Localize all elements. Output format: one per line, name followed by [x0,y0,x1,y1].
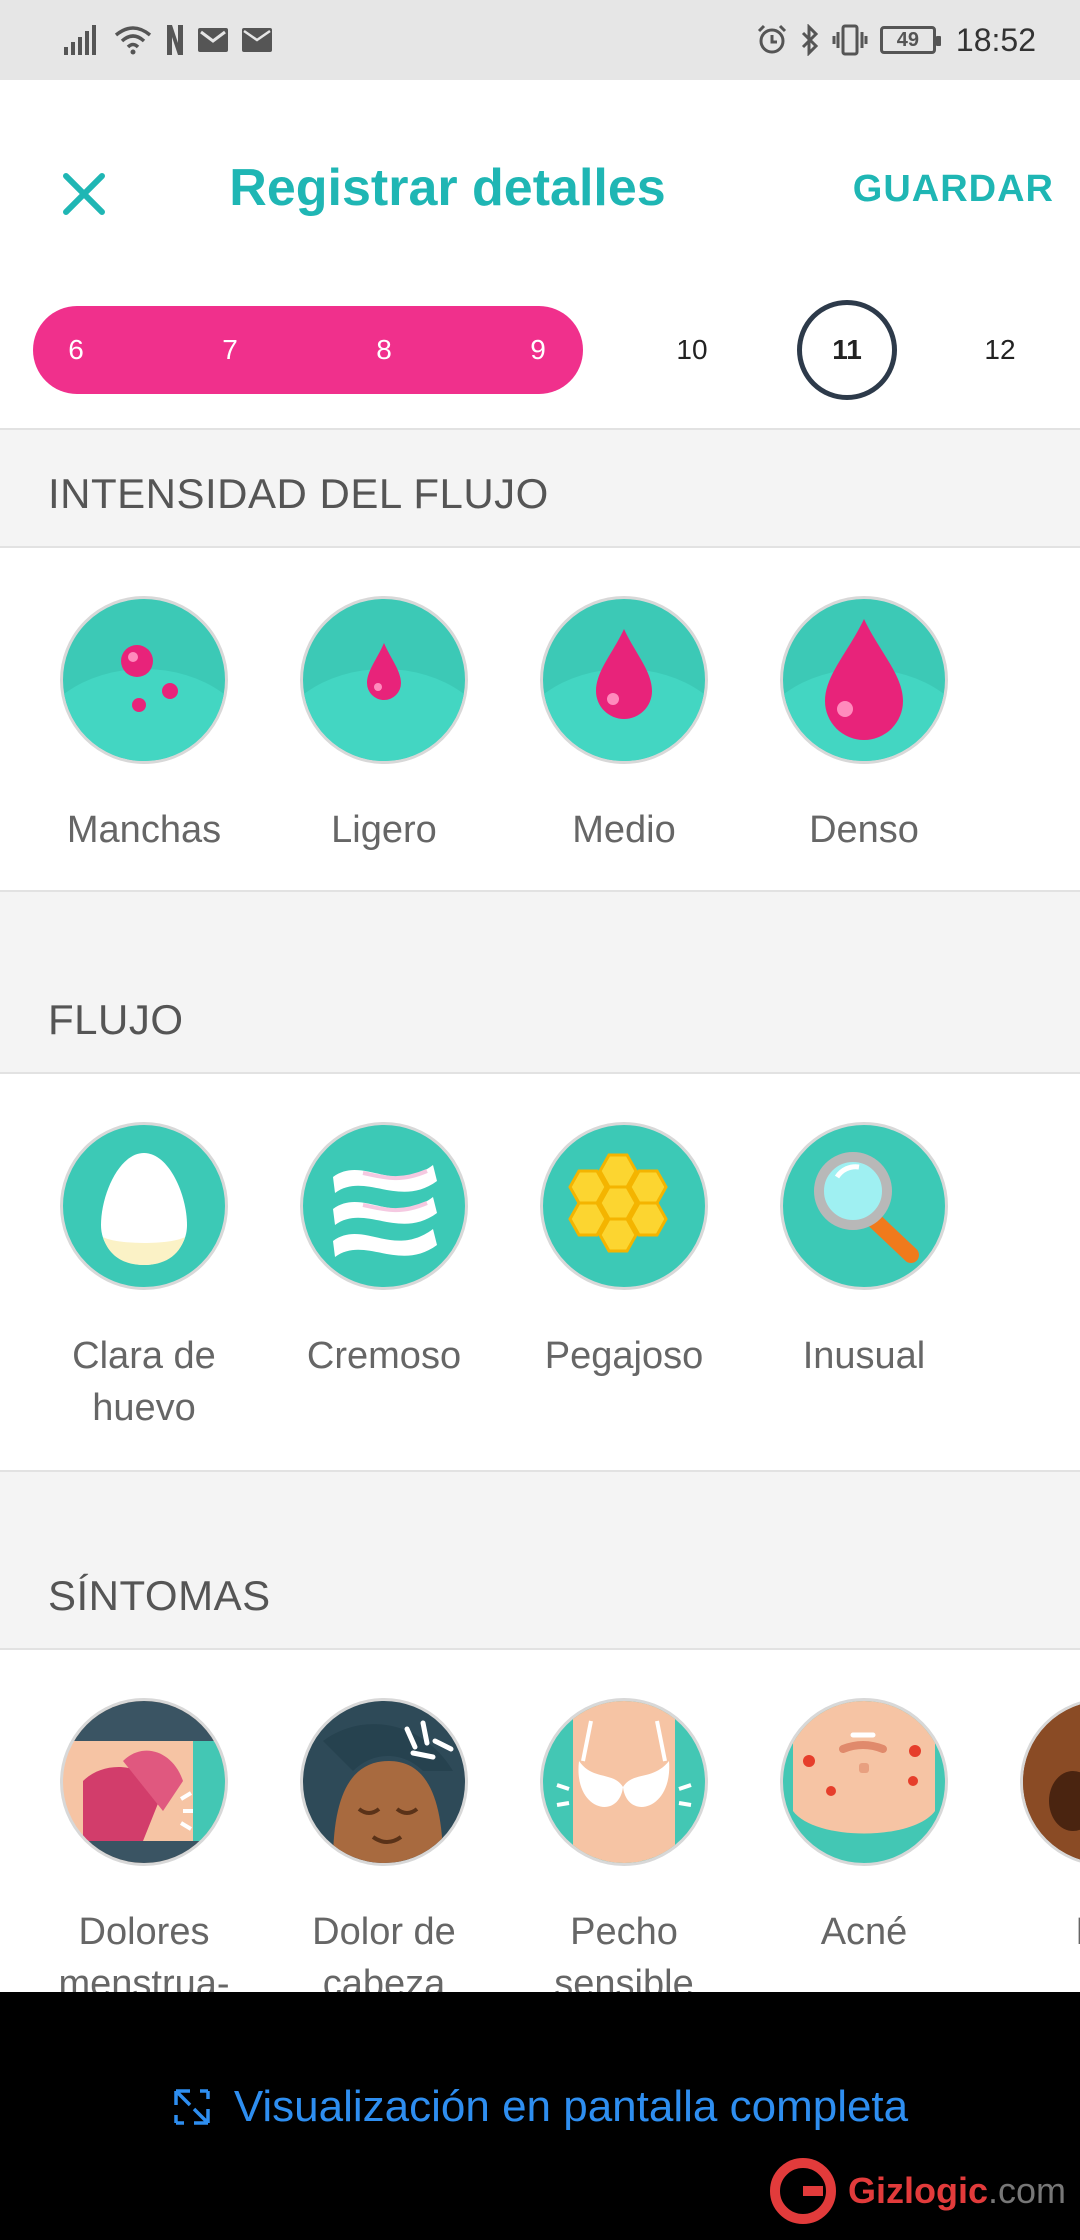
option-cremoso[interactable]: Cremoso [264,1122,504,1382]
option-ligero[interactable]: Ligero [264,596,504,856]
option-label: Pecho sensible [554,1911,694,1992]
vibrate-icon [832,22,868,58]
option-clara-de-huevo[interactable]: Clara de huevo [24,1122,264,1434]
day-11-selected[interactable]: 11 [797,300,897,400]
option-label: Clara de huevo [72,1335,216,1429]
day-6[interactable]: 6 [31,306,121,394]
option-denso[interactable]: Denso [744,596,984,856]
option-pegajoso[interactable]: Pegajoso [504,1122,744,1382]
option-label: Acné [820,1911,908,1953]
page-title: Registrar detalles [229,159,666,217]
partial-icon [1020,1698,1080,1866]
fullscreen-bar: Visualización en pantalla completa Gizlo… [0,1992,1080,2240]
waves-icon [300,1122,468,1290]
fullscreen-label: Visualización en pantalla completa [233,2082,909,2131]
option-inusual[interactable]: Inusual [744,1122,984,1382]
small-drop-icon [300,596,468,764]
option-label: Enf [984,1906,1080,1958]
option-label: Ligero [331,809,437,851]
section-title: FLUJO [48,996,184,1043]
option-dolores-menstruales[interactable]: Dolores menstrua- [24,1698,264,1992]
option-label: Manchas [66,809,222,851]
option-label: Pegajoso [544,1335,704,1377]
bluetooth-icon [800,22,820,58]
status-bar: 49 18:52 [0,0,1080,80]
large-drop-icon [780,596,948,764]
option-label: Cremoso [306,1335,462,1377]
app-header: Registrar detalles GUARDAR [0,80,1080,300]
flow-options: Clara de huevo Cremoso Pegajoso Inusual [0,1074,1080,1470]
spots-icon [60,596,228,764]
magnifier-icon [780,1122,948,1290]
option-label: Dolores menstrua- [58,1911,230,1992]
breast-icon [540,1698,708,1866]
section-header-flow: FLUJO [0,890,1080,1074]
cramps-icon [60,1698,228,1866]
day-8[interactable]: 8 [339,306,429,394]
medium-drop-icon [540,596,708,764]
acne-icon [780,1698,948,1866]
option-pecho-sensible[interactable]: Pecho sensible [504,1698,744,1992]
day-12[interactable]: 12 [955,306,1045,394]
netflix-icon [166,22,184,58]
watermark-brand: Gizlogic [847,2170,988,2211]
battery-level: 49 [896,28,920,51]
watermark-tld: .com [987,2170,1066,2211]
save-button[interactable]: GUARDAR [853,168,1054,211]
signal-icon [64,22,100,58]
section-header-symptoms: SÍNTOMAS [0,1470,1080,1650]
honeycomb-icon [540,1122,708,1290]
option-acne[interactable]: Acné [744,1698,984,1958]
symptom-options: Dolores menstrua- Dolor de cabeza Pecho … [0,1650,1080,1992]
gizlogic-logo-icon [769,2158,836,2224]
option-label: Inusual [802,1335,926,1377]
egg-icon [60,1122,228,1290]
date-strip: 6 7 8 9 10 11 12 [0,300,1080,430]
watermark: Gizlogic.com [768,2156,1066,2226]
gmail-icon [198,22,228,58]
day-9[interactable]: 9 [493,306,583,394]
headache-icon [300,1698,468,1866]
day-10[interactable]: 10 [647,306,737,394]
wifi-icon [114,22,152,58]
section-title: SÍNTOMAS [48,1572,271,1619]
mail-icon [242,22,272,58]
option-dolor-de-cabeza[interactable]: Dolor de cabeza [264,1698,504,1992]
expand-icon [174,2089,210,2125]
section-header-intensity: INTENSIDAD DEL FLUJO [0,428,1080,548]
section-title: INTENSIDAD DEL FLUJO [48,470,549,517]
battery-icon: 49 [879,26,941,54]
option-medio[interactable]: Medio [504,596,744,856]
option-label: Denso [809,809,919,851]
status-time: 18:52 [955,21,1036,58]
option-manchas[interactable]: Manchas [24,596,264,856]
watermark-text: Gizlogic.com [848,2170,1066,2212]
fullscreen-button[interactable]: Visualización en pantalla completa [0,2082,1080,2132]
alarm-icon [756,22,788,58]
day-7[interactable]: 7 [185,306,275,394]
option-label: Medio [572,809,676,851]
option-partial[interactable]: Enf [984,1698,1080,1958]
option-label: Dolor de cabeza [312,1911,456,1992]
intensity-options: Manchas Ligero Medio Denso [0,548,1080,890]
